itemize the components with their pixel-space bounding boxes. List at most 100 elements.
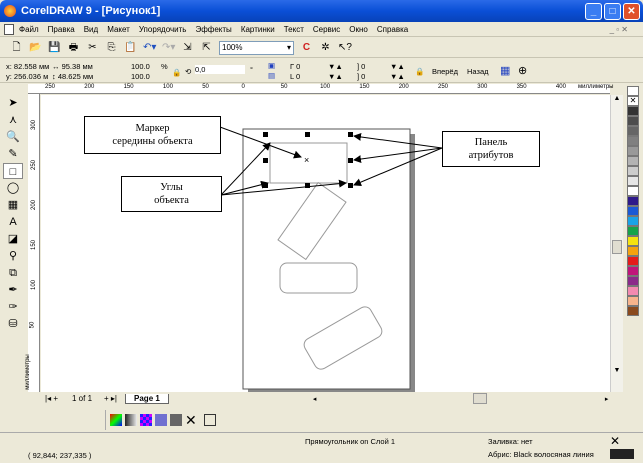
scale-x[interactable]: 100.0: [131, 62, 150, 71]
fountain-fill-icon[interactable]: [110, 414, 122, 426]
shape-tool-icon[interactable]: ⋏: [3, 112, 23, 128]
pick-tool-icon[interactable]: ➤: [3, 95, 23, 111]
color-swatch[interactable]: [627, 186, 639, 196]
scroll-right-button[interactable]: ▸: [605, 395, 609, 403]
menu-tools[interactable]: Сервис: [313, 25, 340, 34]
paste-icon[interactable]: 📋: [124, 41, 137, 54]
corel-launcher-icon[interactable]: C: [300, 41, 313, 54]
menu-edit[interactable]: Правка: [48, 25, 75, 34]
forward-button[interactable]: Вперёд: [432, 67, 458, 76]
vertical-ruler[interactable]: 300 250 200 150 100 50 миллиметры: [25, 94, 40, 392]
text-tool-icon[interactable]: A: [3, 214, 23, 230]
menu-view[interactable]: Вид: [84, 25, 98, 34]
import-icon[interactable]: ⇲: [181, 41, 194, 54]
color-swatch[interactable]: [627, 266, 639, 276]
color-swatch[interactable]: [627, 226, 639, 236]
maximize-button[interactable]: □: [604, 3, 621, 20]
height-field[interactable]: ↕ 48.625 мм: [52, 72, 93, 81]
ellipse-tool-icon[interactable]: ◯: [3, 180, 23, 196]
pen-tool-icon[interactable]: ✑: [3, 299, 23, 315]
color-swatch[interactable]: [627, 86, 639, 96]
whats-this-icon[interactable]: ↖?: [338, 41, 352, 54]
color-swatch[interactable]: [627, 106, 639, 116]
gradient-fill-icon[interactable]: [125, 414, 137, 426]
menu-effects[interactable]: Эффекты: [195, 25, 231, 34]
corner-spin-2[interactable]: ▼▲: [328, 72, 343, 81]
zoom-tool-icon[interactable]: 🔍: [3, 129, 23, 145]
mirror-h-icon[interactable]: ▣: [268, 61, 275, 70]
cut-icon[interactable]: ✂: [86, 41, 99, 54]
copy-icon[interactable]: ⎘: [105, 41, 118, 54]
graph-paper-tool-icon[interactable]: ▦: [3, 197, 23, 213]
corner-tr[interactable]: ] 0: [357, 62, 365, 71]
lock-ratio-icon[interactable]: 🔒: [172, 68, 181, 77]
menu-file[interactable]: Файл: [19, 25, 39, 34]
corner-tl[interactable]: Г 0: [290, 62, 300, 71]
scroll-up-button[interactable]: ▲: [611, 95, 623, 106]
y-position[interactable]: y: 256.036 м: [6, 72, 48, 81]
zoom-combo[interactable]: 100%: [219, 40, 294, 55]
interactive-fill-tool-icon[interactable]: ◪: [3, 231, 23, 247]
color-swatch[interactable]: [627, 206, 639, 216]
first-page-button[interactable]: |◂ +: [45, 394, 58, 403]
corner-br[interactable]: ] 0: [357, 72, 365, 81]
print-icon[interactable]: 🖶: [67, 41, 80, 54]
color-swatch[interactable]: [627, 166, 639, 176]
outline-tool-icon[interactable]: ✒: [3, 282, 23, 298]
angle-field[interactable]: 0,0: [195, 65, 245, 74]
convert-curves-icon[interactable]: ⊕: [518, 64, 527, 77]
postscript-fill-icon[interactable]: [170, 414, 182, 426]
color-swatch[interactable]: [627, 196, 639, 206]
color-swatch[interactable]: [627, 146, 639, 156]
fill-tool-icon[interactable]: ⛁: [3, 316, 23, 332]
color-swatch[interactable]: [627, 116, 639, 126]
color-swatch[interactable]: [627, 256, 639, 266]
eyedropper-tool-icon[interactable]: ⚲: [3, 248, 23, 264]
color-swatch[interactable]: [627, 246, 639, 256]
menu-text[interactable]: Текст: [284, 25, 304, 34]
round-lock-icon[interactable]: 🔒: [415, 67, 424, 76]
color-swatch[interactable]: [627, 236, 639, 246]
undo-icon[interactable]: ↶▾: [143, 41, 156, 54]
scroll-down-button[interactable]: ▼: [611, 367, 623, 378]
corner-spin-4[interactable]: ▼▲: [390, 72, 405, 81]
last-page-button[interactable]: + ▸|: [104, 394, 117, 403]
blend-tool-icon[interactable]: ⧉: [3, 265, 23, 281]
no-color-swatch[interactable]: ✕: [627, 96, 639, 106]
vertical-scroll-thumb[interactable]: [612, 240, 622, 254]
color-docker-icon[interactable]: [203, 414, 216, 426]
pattern-fill-icon[interactable]: [140, 414, 152, 426]
save-icon[interactable]: 💾: [48, 41, 61, 54]
width-field[interactable]: ↔ 95.38 мм: [52, 62, 93, 71]
wrap-text-icon[interactable]: ▦: [500, 64, 510, 77]
menu-help[interactable]: Справка: [377, 25, 408, 34]
color-swatch[interactable]: [627, 156, 639, 166]
open-icon[interactable]: 📂: [29, 41, 42, 54]
menu-bitmaps[interactable]: Картинки: [241, 25, 275, 34]
drawing-canvas[interactable]: × Маркер середины объекта Панель атрибутов…: [41, 95, 610, 392]
mirror-v-icon[interactable]: ▤: [268, 71, 275, 80]
tab-page-1[interactable]: Page 1: [125, 393, 169, 404]
options-icon[interactable]: ✲: [319, 41, 332, 54]
color-swatch[interactable]: [627, 216, 639, 226]
menu-arrange[interactable]: Упорядочить: [139, 25, 187, 34]
doc-window-controls[interactable]: _ ▫ ✕: [610, 25, 628, 34]
close-button[interactable]: ✕: [623, 3, 640, 20]
scale-y[interactable]: 100.0: [131, 72, 150, 81]
minimize-button[interactable]: _: [585, 3, 602, 20]
freehand-tool-icon[interactable]: ✎: [3, 146, 23, 162]
export-icon[interactable]: ⇱: [200, 41, 213, 54]
rectangle-tool-icon[interactable]: □: [3, 163, 23, 179]
vertical-scrollbar[interactable]: ▲ ▼: [610, 95, 623, 392]
color-swatch[interactable]: [627, 126, 639, 136]
color-swatch[interactable]: [627, 176, 639, 186]
color-swatch[interactable]: [627, 296, 639, 306]
horizontal-scroll-thumb[interactable]: [472, 393, 487, 404]
horizontal-ruler[interactable]: 250 200 150 100 50 0 50 100 150 200 250 300 350 400 ми…: [28, 84, 614, 94]
color-swatch[interactable]: [627, 306, 639, 316]
color-swatch[interactable]: [627, 276, 639, 286]
texture-fill-icon[interactable]: [155, 414, 167, 426]
scroll-left-button[interactable]: ◂: [313, 395, 323, 403]
color-swatch[interactable]: [627, 286, 639, 296]
menu-layout[interactable]: Макет: [107, 25, 130, 34]
